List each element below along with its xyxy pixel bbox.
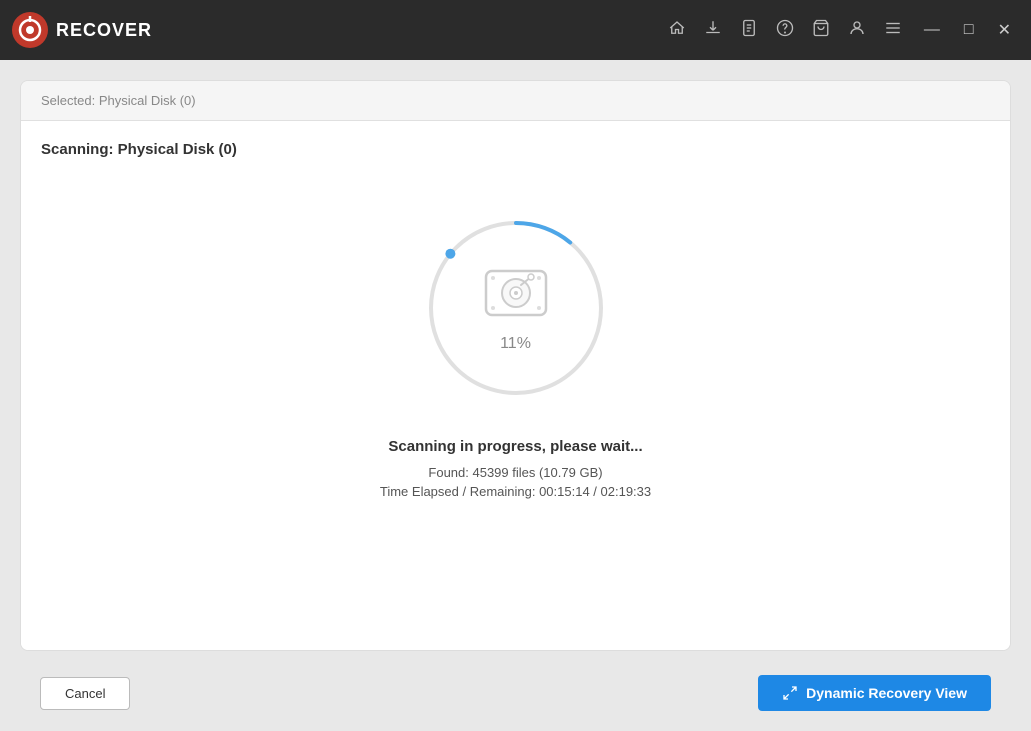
cancel-button[interactable]: Cancel xyxy=(40,677,130,710)
card-body: Scanning: Physical Disk (0) xyxy=(21,121,1010,650)
dynamic-recovery-label: Dynamic Recovery View xyxy=(806,685,967,701)
titlebar: RECOVER xyxy=(0,0,1031,60)
app-name: RECOVER xyxy=(56,20,152,41)
app-branding: RECOVER xyxy=(12,12,152,48)
cart-icon[interactable] xyxy=(812,19,830,42)
expand-icon xyxy=(782,685,798,701)
titlebar-icons xyxy=(668,19,902,42)
help-icon[interactable] xyxy=(776,19,794,42)
window-controls: — □ ✕ xyxy=(916,16,1019,44)
download-icon[interactable] xyxy=(704,19,722,42)
minimize-button[interactable]: — xyxy=(916,17,948,43)
card-header: Selected: Physical Disk (0) xyxy=(21,81,1010,121)
dynamic-recovery-button[interactable]: Dynamic Recovery View xyxy=(758,675,991,711)
status-text: Scanning in progress, please wait... xyxy=(388,438,642,455)
hdd-icon xyxy=(481,263,551,323)
file-icon[interactable] xyxy=(740,19,758,42)
app-logo xyxy=(12,12,48,48)
scan-card: Selected: Physical Disk (0) Scanning: Ph… xyxy=(20,80,1011,651)
menu-icon[interactable] xyxy=(884,19,902,42)
time-text: Time Elapsed / Remaining: 00:15:14 / 02:… xyxy=(380,484,651,499)
close-button[interactable]: ✕ xyxy=(990,16,1019,44)
progress-percent: 11% xyxy=(500,335,531,353)
scan-title: Scanning: Physical Disk (0) xyxy=(41,141,990,158)
found-text: Found: 45399 files (10.79 GB) xyxy=(428,465,602,480)
home-icon[interactable] xyxy=(668,19,686,42)
bottom-bar: Cancel Dynamic Recovery View xyxy=(20,659,1011,711)
progress-inner: 11% xyxy=(481,263,551,353)
progress-container: 11% xyxy=(416,208,616,408)
maximize-button[interactable]: □ xyxy=(956,17,982,43)
user-icon[interactable] xyxy=(848,19,866,42)
main-content: Selected: Physical Disk (0) Scanning: Ph… xyxy=(0,60,1031,731)
